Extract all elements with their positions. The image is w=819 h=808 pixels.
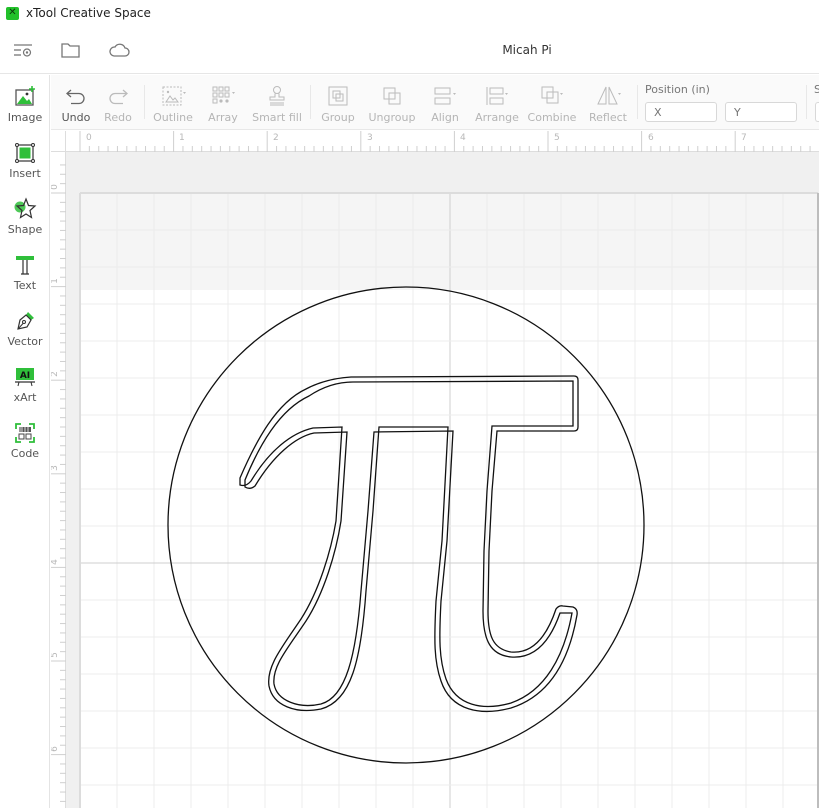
ruler-label: 4 <box>460 133 466 143</box>
toolbar-divider <box>637 85 638 119</box>
redo-button[interactable]: Redo <box>101 75 135 130</box>
outline-icon <box>162 86 186 106</box>
sidebar-item-xart[interactable]: AI xArt <box>0 355 50 407</box>
sidebar-item-text[interactable]: Text <box>0 243 50 295</box>
title-bar: ✕ xTool Creative Space <box>0 0 819 26</box>
sidebar-item-code[interactable]: Code <box>0 411 50 463</box>
smart-fill-button[interactable]: Smart fill <box>251 75 303 130</box>
sidebar-item-label: xArt <box>13 391 37 404</box>
toolbar-divider <box>806 85 807 119</box>
ai-icon: AI <box>15 368 35 387</box>
sidebar-item-insert[interactable]: Insert <box>0 131 50 183</box>
pen-icon <box>17 312 34 330</box>
ungroup-button[interactable]: Ungroup <box>367 75 417 130</box>
design-workspace[interactable]: 0 1 2 3 4 5 6 7 0 1 2 3 4 5 6 <box>51 131 819 808</box>
group-button[interactable]: Group <box>319 75 357 130</box>
toolbar-divider <box>144 85 145 119</box>
edit-toolbar: Undo Redo Outline Array Smart fill Group… <box>51 75 819 130</box>
insert-icon <box>15 143 35 163</box>
redo-icon <box>109 89 128 105</box>
ruler-label: 3 <box>51 465 60 471</box>
ruler-label: 5 <box>51 652 60 658</box>
position-x-input[interactable] <box>645 102 717 122</box>
undo-button[interactable]: Undo <box>59 75 93 130</box>
sidebar-item-label: Shape <box>7 223 43 236</box>
position-y-input[interactable] <box>725 102 797 122</box>
top-bar: Micah Pi <box>0 26 819 74</box>
ruler-label: 1 <box>179 133 185 143</box>
align-button[interactable]: Align <box>425 75 465 130</box>
ruler-label: 2 <box>273 133 279 143</box>
sidebar-item-label: Image <box>7 111 43 124</box>
sidebar-item-vector[interactable]: Vector <box>0 299 50 351</box>
ruler-label: 4 <box>51 559 60 565</box>
stamp-icon <box>269 86 285 106</box>
sidebar-item-shape[interactable]: Shape <box>0 187 50 239</box>
sidebar-item-label: Text <box>13 279 37 292</box>
sidebar-item-label: Insert <box>9 167 41 180</box>
combine-button[interactable]: Combine <box>527 75 577 130</box>
canvas[interactable] <box>51 131 819 808</box>
arrange-button[interactable]: Arrange <box>475 75 519 130</box>
array-button[interactable]: Array <box>203 75 243 130</box>
ungroup-icon <box>383 87 401 105</box>
align-icon <box>434 87 456 105</box>
ruler-label: 3 <box>367 133 373 143</box>
array-icon <box>212 86 235 104</box>
ruler-label: 6 <box>648 133 654 143</box>
ruler-corner <box>51 131 66 152</box>
document-title[interactable]: Micah Pi <box>0 43 819 57</box>
reflect-button[interactable]: Reflect <box>587 75 629 130</box>
left-sidebar: Image Insert Shape Text Vector AI xArt C… <box>0 75 50 808</box>
vertical-ruler[interactable]: 0 1 2 3 4 5 6 <box>51 152 66 808</box>
ruler-label: 7 <box>741 133 747 143</box>
sidebar-item-label: Code <box>10 447 40 460</box>
ruler-label: 2 <box>51 371 60 377</box>
reflect-icon <box>597 86 621 105</box>
ruler-label: 0 <box>86 133 92 143</box>
ruler-label: 6 <box>51 746 60 752</box>
arrange-icon <box>486 87 508 105</box>
sidebar-item-image[interactable]: Image <box>0 75 50 127</box>
combine-icon <box>541 86 563 104</box>
horizontal-ruler[interactable]: 0 1 2 3 4 5 6 7 <box>66 131 819 152</box>
ruler-label: 1 <box>51 278 60 284</box>
svg-text:AI: AI <box>20 371 30 381</box>
ruler-label: 5 <box>554 133 560 143</box>
image-icon <box>15 86 35 106</box>
text-icon <box>16 256 34 275</box>
app-title: xTool Creative Space <box>26 6 151 20</box>
toolbar-divider <box>310 85 311 119</box>
outline-button[interactable]: Outline <box>151 75 195 130</box>
position-label: Position (in) <box>645 83 710 96</box>
ruler-label: 0 <box>51 184 60 190</box>
size-input[interactable] <box>815 102 819 122</box>
group-icon <box>328 86 348 106</box>
undo-icon <box>66 89 85 105</box>
qr-code-icon <box>15 423 35 443</box>
shape-icon <box>14 197 37 219</box>
size-label: S <box>814 83 819 96</box>
sidebar-item-label: Vector <box>7 335 43 348</box>
xtool-logo-icon: ✕ <box>6 6 19 20</box>
